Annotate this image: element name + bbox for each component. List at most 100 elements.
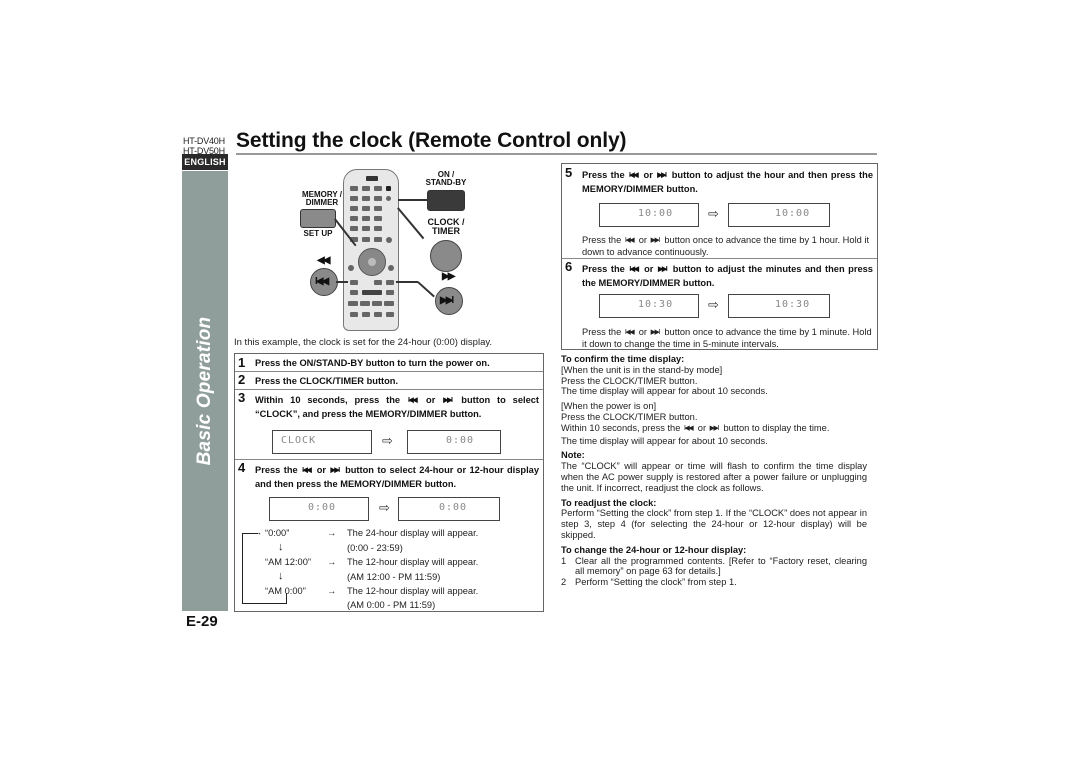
section-sidebar: Basic Operation <box>182 171 228 611</box>
step-4: 4 Press the I◀◀ or ▶▶I button to select … <box>235 459 543 611</box>
step-text: Within 10 seconds, press the I◀◀ or ▶▶I … <box>255 395 540 419</box>
prev-skip-button[interactable]: I◀◀ <box>310 268 338 296</box>
notes-section: To confirm the time display: [When the u… <box>561 354 867 588</box>
next-icon: ▶▶I <box>650 329 661 336</box>
step-number: 6 <box>565 259 573 274</box>
prev-icon: I◀◀ <box>624 329 635 336</box>
confirm-heading: To confirm the time display: <box>561 354 685 364</box>
readjust-heading: To readjust the clock: <box>561 497 657 508</box>
step-number: 3 <box>238 390 246 405</box>
cycle-arrow-icon: → <box>327 586 337 596</box>
cycle-arrow-icon: → <box>253 527 262 537</box>
display-arrow-icon: ⇨ <box>379 500 390 515</box>
note-line: The time display will appear for about 1… <box>561 386 768 397</box>
display-after: 0:00 <box>407 430 501 454</box>
on-standby-label: ON / STAND-BY <box>425 170 467 187</box>
prev-icon: I◀◀ <box>628 172 639 179</box>
note-line: [When the power is on] <box>561 401 657 412</box>
step-3: 3 Within 10 seconds, press the I◀◀ or ▶▶… <box>235 389 543 460</box>
model-numbers: HT-DV40H HT-DV50H <box>183 136 225 156</box>
display-before: 0:00 <box>269 497 369 521</box>
change-heading: To change the 24-hour or 12-hour display… <box>561 544 747 555</box>
down-arrow-icon: ↓ <box>278 570 284 582</box>
step-hint: Press the I◀◀ or ▶▶I button once to adva… <box>582 235 870 257</box>
clock-timer-label: CLOCK / TIMER <box>427 217 465 236</box>
prev-icon: I◀◀ <box>683 424 694 432</box>
prev-icon: I◀◀ <box>624 237 635 244</box>
next-icon: ▶▶I <box>709 424 720 432</box>
step-hint: Press the I◀◀ or ▶▶I button once to adva… <box>582 327 872 349</box>
display-before: CLOCK <box>272 430 372 454</box>
display-value: CLOCK <box>281 435 317 446</box>
cycle-result: The 12-hour display will appear. <box>347 557 479 567</box>
note-line: Within 10 seconds, press the I◀◀ or ▶▶I … <box>561 422 830 433</box>
note-line: [When the unit is in the stand-by mode] <box>561 364 723 375</box>
display-value: 10:30 <box>775 299 811 310</box>
note-line: Press the CLOCK/TIMER button. <box>561 411 698 422</box>
note-line: Press the CLOCK/TIMER button. <box>561 375 698 386</box>
display-value: 0:00 <box>308 502 337 513</box>
step-number: 4 <box>238 460 246 475</box>
language-badge: ENGLISH <box>182 154 228 170</box>
cycle-value: “AM 12:00” <box>265 557 311 567</box>
display-after: 0:00 <box>398 497 500 521</box>
display-after: 10:00 <box>728 203 830 227</box>
fast-forward-icon: ▶▶ <box>442 271 455 282</box>
cycle-range: (AM 0:00 - PM 11:59) <box>347 600 436 610</box>
step-number: 5 <box>565 165 573 180</box>
next-icon: ▶▶I <box>330 467 340 474</box>
display-value: 0:00 <box>439 502 468 513</box>
display-before: 10:30 <box>599 294 699 318</box>
remote-illustration: MEMORY / DIMMER SET UP ON / STAND-BY CLO… <box>280 163 475 333</box>
on-standby-button[interactable] <box>427 190 465 211</box>
next-icon: ▶▶I <box>650 237 661 244</box>
page-title: Setting the clock (Remote Control only) <box>236 129 627 152</box>
note-heading: Note: <box>561 450 585 461</box>
page-number: E-29 <box>186 613 218 630</box>
display-after: 10:30 <box>728 294 830 318</box>
next-icon: ▶▶I <box>657 172 667 179</box>
cycle-line <box>242 533 243 603</box>
step-number: 2 <box>238 372 246 387</box>
cycle-range: (AM 12:00 - PM 11:59) <box>347 572 441 582</box>
steps-5-6: 5 Press the I◀◀ or ▶▶I button to adjust … <box>561 163 878 350</box>
leader-line <box>397 207 425 239</box>
step-2: 2 Press the CLOCK/TIMER button. <box>235 371 543 390</box>
remote-control-icon <box>343 169 399 331</box>
memory-dimmer-button[interactable] <box>300 209 336 228</box>
cycle-value: “0:00” <box>265 528 290 538</box>
leader-line <box>398 199 428 201</box>
display-arrow-icon: ⇨ <box>708 297 719 312</box>
title-divider <box>236 153 877 155</box>
next-skip-button[interactable]: ▶▶I <box>435 287 463 315</box>
cycle-result: The 24-hour display will appear. <box>347 528 479 538</box>
step-text: Press the I◀◀ or ▶▶I button to adjust th… <box>582 170 873 194</box>
step-text: Press the CLOCK/TIMER button. <box>255 376 399 386</box>
step-6: 6 Press the I◀◀ or ▶▶I button to adjust … <box>562 258 877 349</box>
clock-timer-button[interactable] <box>430 240 462 272</box>
leader-line <box>336 281 348 283</box>
example-note: In this example, the clock is set for th… <box>234 337 493 348</box>
step-1: 1 Press the ON/STAND-BY button to turn t… <box>235 354 543 372</box>
memory-dimmer-label: MEMORY / DIMMER <box>302 190 343 207</box>
step-number: 1 <box>238 355 246 370</box>
next-icon: ▶▶I <box>443 397 453 404</box>
cycle-value: “AM 0:00” <box>265 586 306 596</box>
prev-icon: I◀◀ <box>407 397 418 404</box>
next-icon: ▶▶I <box>657 266 668 273</box>
cycle-arrow-icon: → <box>327 557 337 567</box>
cycle-arrow-icon: → <box>327 528 337 538</box>
display-value: 10:00 <box>638 208 674 219</box>
step-text: Press the I◀◀ or ▶▶I button to select 24… <box>255 465 540 489</box>
next-icon: ▶▶I <box>440 295 454 306</box>
prev-icon: I◀◀ <box>315 276 329 287</box>
steps-1-4: 1 Press the ON/STAND-BY button to turn t… <box>234 353 544 612</box>
note-text: The “CLOCK” will appear or time will fla… <box>561 461 867 493</box>
model-1: HT-DV40H <box>183 136 225 146</box>
down-arrow-icon: ↓ <box>278 541 284 553</box>
leader-line <box>417 281 435 298</box>
cycle-range: (0:00 - 23:59) <box>347 543 403 553</box>
display-arrow-icon: ⇨ <box>708 206 719 221</box>
display-value: 10:30 <box>638 299 674 310</box>
list-item: 1 Clear all the programmed contents. [Ref… <box>561 555 867 577</box>
